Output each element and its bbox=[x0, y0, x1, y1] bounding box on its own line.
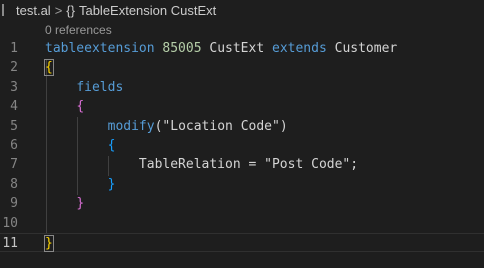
code-line[interactable]: 10 bbox=[0, 214, 484, 233]
code-token: } bbox=[76, 196, 85, 212]
code-line[interactable]: 1 tableextension 85005 CustExt extends Cu… bbox=[0, 39, 484, 58]
code-text: modify("Location Code") bbox=[45, 117, 288, 136]
code-line[interactable]: 6 { bbox=[0, 136, 484, 155]
code-token: ; bbox=[350, 157, 359, 173]
line-number: 4 bbox=[10, 99, 18, 115]
code-text: TableRelation = "Post Code"; bbox=[45, 155, 358, 174]
breadcrumb: test.al > {} TableExtension CustExt bbox=[0, 0, 484, 20]
code-token: tableextension bbox=[45, 41, 155, 56]
code-line[interactable]: 5 modify("Location Code") bbox=[0, 117, 484, 136]
breadcrumb-symbol[interactable]: TableExtension CustExt bbox=[79, 3, 216, 18]
line-number: 5 bbox=[10, 118, 18, 134]
code-token: fields bbox=[76, 79, 124, 95]
code-token: "Post Code" bbox=[264, 157, 351, 173]
code-line[interactable]: 2{ bbox=[0, 58, 484, 77]
code-editor[interactable]: 1 tableextension 85005 CustExt extends Cu… bbox=[0, 39, 484, 253]
code-token: } bbox=[44, 234, 54, 252]
code-line[interactable]: 4 { bbox=[0, 97, 484, 116]
code-line[interactable]: 11} bbox=[0, 232, 484, 253]
code-text: } bbox=[45, 194, 84, 213]
code-text: { bbox=[45, 97, 84, 116]
code-token: TableRelation = bbox=[45, 157, 265, 173]
line-number: 2 bbox=[10, 60, 18, 76]
code-token: 85005 bbox=[162, 41, 202, 56]
code-text: { bbox=[45, 136, 116, 155]
line-number: 3 bbox=[10, 79, 18, 95]
code-line[interactable]: 7 TableRelation = "Post Code"; bbox=[0, 155, 484, 174]
breadcrumb-file[interactable]: test.al bbox=[16, 3, 51, 18]
code-token: { bbox=[76, 99, 85, 115]
codelens-references[interactable]: 0 references bbox=[45, 23, 112, 37]
line-number: 7 bbox=[10, 157, 18, 173]
code-token: { bbox=[107, 137, 116, 153]
code-token: modify bbox=[107, 118, 155, 134]
line-number: 9 bbox=[10, 196, 18, 212]
code-token: } bbox=[107, 176, 116, 192]
code-token: extends bbox=[272, 41, 327, 56]
code-text: } bbox=[44, 234, 54, 253]
code-token: { bbox=[44, 59, 54, 77]
code-text: } bbox=[45, 175, 116, 194]
code-token: "Location Code" bbox=[162, 118, 280, 134]
symbol-braces-icon: {} bbox=[66, 2, 75, 18]
line-number: 8 bbox=[10, 176, 18, 192]
line-number: 6 bbox=[10, 137, 18, 153]
breadcrumb-separator: > bbox=[54, 2, 63, 18]
line-number: 11 bbox=[2, 235, 18, 251]
code-line[interactable]: 8 } bbox=[0, 175, 484, 194]
code-text: tableextension 85005 CustExt extends Cus… bbox=[45, 39, 397, 58]
code-line[interactable]: 9 } bbox=[0, 194, 484, 213]
code-text: { bbox=[44, 58, 54, 77]
code-text: fields bbox=[45, 78, 123, 97]
code-token: CustExt bbox=[201, 41, 272, 56]
file-icon bbox=[2, 4, 12, 16]
code-token: Customer bbox=[326, 41, 398, 56]
code-line[interactable]: 3 fields bbox=[0, 78, 484, 97]
line-number: 1 bbox=[10, 41, 18, 56]
line-number: 10 bbox=[2, 215, 18, 231]
code-token: ) bbox=[279, 118, 288, 134]
